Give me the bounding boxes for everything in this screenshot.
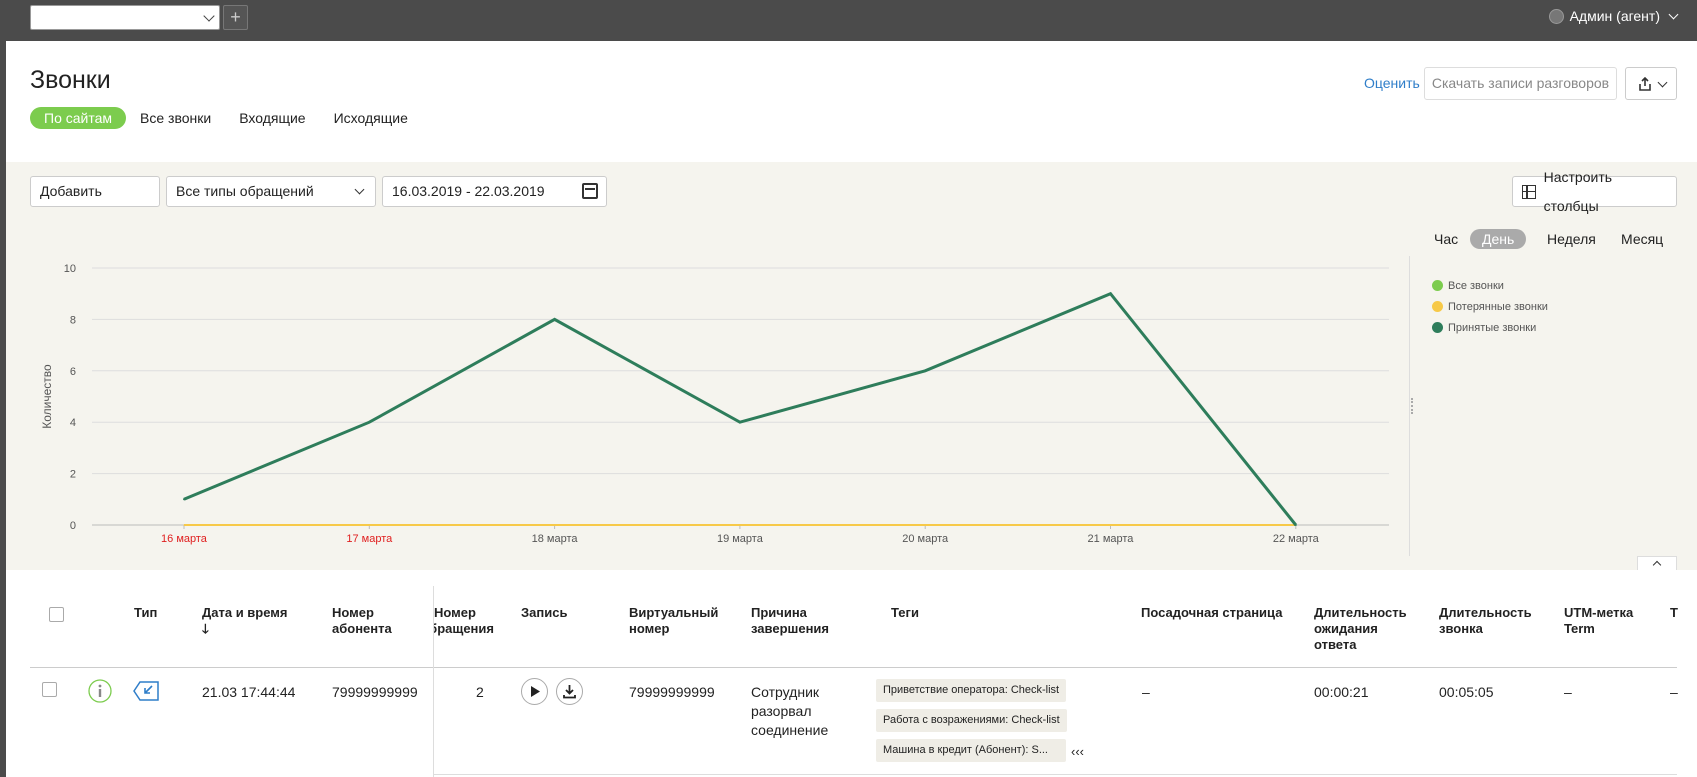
incoming-call-icon [133, 681, 159, 701]
info-icon[interactable] [88, 679, 112, 703]
x-tick-label: 17 марта [346, 533, 393, 545]
data-point-accepted [1109, 292, 1112, 295]
data-point-lost [739, 524, 741, 526]
data-point-lost [924, 524, 926, 526]
legend-item-accepted[interactable]: Принятые звонки [1432, 317, 1548, 338]
header-virtual-number[interactable]: Виртуальный номер [629, 605, 719, 637]
header-appeal-number[interactable]: Номер обращения [434, 605, 494, 637]
y-tick-label: 10 [64, 263, 76, 275]
header-datetime-label: Дата и время [202, 605, 288, 620]
data-point-accepted [183, 498, 185, 501]
y-axis-label: Количество [40, 364, 54, 429]
play-button[interactable] [521, 678, 548, 705]
x-tick-label: 22 марта [1273, 533, 1320, 545]
data-point-accepted [368, 421, 371, 424]
data-point-lost [368, 524, 370, 526]
x-tick-label: 21 марта [1088, 533, 1135, 545]
cell-utm-term: – [1564, 684, 1572, 700]
legend-dot-icon [1432, 322, 1443, 333]
data-point-lost [554, 524, 556, 526]
cell-datetime: 21.03 17:44:44 [202, 684, 296, 700]
legend-label: Принятые звонки [1448, 321, 1537, 334]
header-call-duration[interactable]: Длительность звонка [1439, 605, 1534, 637]
cell-wait-duration: 00:00:21 [1314, 684, 1369, 700]
legend-dot-icon [1432, 280, 1443, 291]
legend-dot-icon [1432, 301, 1443, 312]
select-all-checkbox[interactable] [49, 607, 64, 622]
data-point-accepted [1294, 524, 1297, 526]
x-tick-label: 16 марта [161, 533, 208, 545]
y-tick-label: 0 [70, 520, 76, 532]
header-record[interactable]: Запись [521, 605, 567, 621]
data-point-accepted [738, 421, 741, 424]
row-checkbox[interactable] [42, 682, 57, 697]
download-icon [563, 685, 576, 699]
header-extra[interactable]: Т [1670, 605, 1678, 621]
y-tick-label: 4 [70, 417, 76, 429]
row-divider [433, 774, 1677, 775]
resize-handle[interactable] [1411, 398, 1414, 414]
y-tick-label: 8 [70, 314, 76, 326]
legend-item-lost[interactable]: Потерянные звонки [1432, 296, 1548, 317]
data-point-lost [183, 524, 185, 526]
y-tick-label: 2 [70, 469, 76, 481]
tag-chip[interactable]: Работа с возражениями: Check-list [876, 709, 1067, 732]
sort-down-icon: 🡓 [202, 621, 209, 636]
header-subscriber[interactable]: Номер абонента [332, 605, 412, 637]
frozen-column-divider [433, 586, 434, 777]
x-tick-label: 20 марта [902, 533, 949, 545]
cell-end-reason: Сотрудник разорвал соединение [751, 684, 829, 738]
data-point-lost [1110, 524, 1111, 526]
header-wait-duration[interactable]: Длительность ожидания ответа [1314, 605, 1409, 653]
legend-item-all[interactable]: Все звонки [1432, 275, 1548, 296]
data-point-accepted [553, 318, 556, 321]
cell-appeal-number: 2 [476, 684, 484, 700]
header-landing-page[interactable]: Посадочная страница [1141, 605, 1282, 621]
header-utm-term[interactable]: UTM-метка Term [1564, 605, 1644, 637]
cell-virtual-number: 79999999999 [629, 684, 715, 700]
chevron-up-icon [1652, 560, 1662, 570]
series-line-accepted-calls [183, 291, 1297, 526]
y-tick-label: 6 [70, 366, 76, 378]
download-record-button[interactable] [556, 678, 583, 705]
data-point-accepted [924, 369, 927, 372]
more-tags-toggle[interactable]: ‹‹‹ [1071, 742, 1084, 761]
table-header: Тип Дата и время 🡓 Номер абонента Номер … [30, 590, 1678, 668]
header-tags[interactable]: Теги [891, 605, 919, 621]
x-tick-label: 18 марта [532, 533, 579, 545]
header-datetime[interactable]: Дата и время 🡓 [202, 605, 297, 637]
legend-label: Потерянные звонки [1448, 300, 1548, 313]
cell-call-duration: 00:05:05 [1439, 684, 1494, 700]
x-tick-label: 19 марта [717, 533, 764, 545]
play-icon [531, 686, 540, 697]
cell-landing-page: – [1142, 684, 1150, 700]
cell-extra: – [1670, 684, 1678, 700]
tag-chip[interactable]: Машина в кредит (Абонент): S... [876, 739, 1066, 762]
tag-chip[interactable]: Приветствие оператора: Check-list [876, 679, 1067, 702]
cell-subscriber[interactable]: 79999999999 [332, 683, 418, 702]
chart-divider [1409, 256, 1410, 556]
chart-legend: Все звонки Потерянные звонки Принятые зв… [1432, 275, 1548, 338]
header-type[interactable]: Тип [134, 605, 157, 621]
collapse-chart-button[interactable] [1637, 556, 1677, 570]
header-end-reason[interactable]: Причина завершения [751, 605, 841, 637]
legend-label: Все звонки [1448, 279, 1504, 292]
